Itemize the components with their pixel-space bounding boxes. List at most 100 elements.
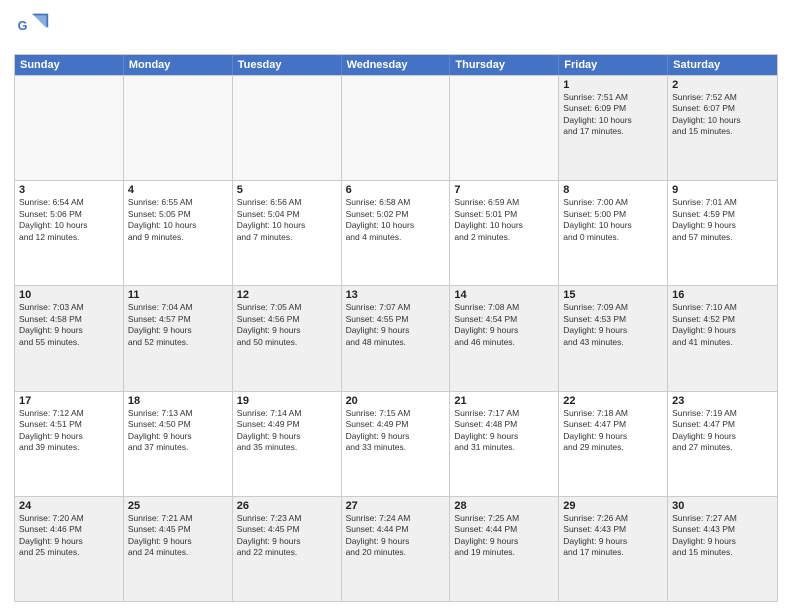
logo: G <box>14 10 54 46</box>
day-info: Sunrise: 7:51 AM Sunset: 6:09 PM Dayligh… <box>563 92 663 138</box>
day-info: Sunrise: 7:09 AM Sunset: 4:53 PM Dayligh… <box>563 302 663 348</box>
day-number: 22 <box>563 395 663 407</box>
calendar-cell: 7Sunrise: 6:59 AM Sunset: 5:01 PM Daylig… <box>450 181 559 285</box>
calendar-cell: 18Sunrise: 7:13 AM Sunset: 4:50 PM Dayli… <box>124 392 233 496</box>
header-day-wednesday: Wednesday <box>342 55 451 75</box>
calendar-cell: 9Sunrise: 7:01 AM Sunset: 4:59 PM Daylig… <box>668 181 777 285</box>
day-info: Sunrise: 7:04 AM Sunset: 4:57 PM Dayligh… <box>128 302 228 348</box>
day-info: Sunrise: 7:13 AM Sunset: 4:50 PM Dayligh… <box>128 408 228 454</box>
calendar-body: 1Sunrise: 7:51 AM Sunset: 6:09 PM Daylig… <box>15 75 777 601</box>
day-info: Sunrise: 7:01 AM Sunset: 4:59 PM Dayligh… <box>672 197 773 243</box>
day-info: Sunrise: 7:17 AM Sunset: 4:48 PM Dayligh… <box>454 408 554 454</box>
header-day-sunday: Sunday <box>15 55 124 75</box>
calendar-cell: 28Sunrise: 7:25 AM Sunset: 4:44 PM Dayli… <box>450 497 559 601</box>
day-info: Sunrise: 7:12 AM Sunset: 4:51 PM Dayligh… <box>19 408 119 454</box>
day-info: Sunrise: 7:18 AM Sunset: 4:47 PM Dayligh… <box>563 408 663 454</box>
day-number: 14 <box>454 289 554 301</box>
day-info: Sunrise: 7:15 AM Sunset: 4:49 PM Dayligh… <box>346 408 446 454</box>
calendar-cell: 5Sunrise: 6:56 AM Sunset: 5:04 PM Daylig… <box>233 181 342 285</box>
day-info: Sunrise: 6:56 AM Sunset: 5:04 PM Dayligh… <box>237 197 337 243</box>
day-info: Sunrise: 7:26 AM Sunset: 4:43 PM Dayligh… <box>563 513 663 559</box>
calendar-cell: 13Sunrise: 7:07 AM Sunset: 4:55 PM Dayli… <box>342 286 451 390</box>
header: G <box>14 10 778 46</box>
calendar-cell: 22Sunrise: 7:18 AM Sunset: 4:47 PM Dayli… <box>559 392 668 496</box>
calendar-row-3: 17Sunrise: 7:12 AM Sunset: 4:51 PM Dayli… <box>15 391 777 496</box>
day-info: Sunrise: 7:27 AM Sunset: 4:43 PM Dayligh… <box>672 513 773 559</box>
page: G SundayMondayTuesdayWednesdayThursdayFr… <box>0 0 792 612</box>
calendar-cell: 25Sunrise: 7:21 AM Sunset: 4:45 PM Dayli… <box>124 497 233 601</box>
day-info: Sunrise: 7:00 AM Sunset: 5:00 PM Dayligh… <box>563 197 663 243</box>
day-info: Sunrise: 7:08 AM Sunset: 4:54 PM Dayligh… <box>454 302 554 348</box>
day-number: 5 <box>237 184 337 196</box>
calendar-cell <box>342 76 451 180</box>
day-info: Sunrise: 7:14 AM Sunset: 4:49 PM Dayligh… <box>237 408 337 454</box>
day-number: 26 <box>237 500 337 512</box>
day-info: Sunrise: 7:25 AM Sunset: 4:44 PM Dayligh… <box>454 513 554 559</box>
day-number: 15 <box>563 289 663 301</box>
day-number: 4 <box>128 184 228 196</box>
day-info: Sunrise: 6:54 AM Sunset: 5:06 PM Dayligh… <box>19 197 119 243</box>
calendar-cell: 21Sunrise: 7:17 AM Sunset: 4:48 PM Dayli… <box>450 392 559 496</box>
calendar-cell: 4Sunrise: 6:55 AM Sunset: 5:05 PM Daylig… <box>124 181 233 285</box>
calendar-cell: 20Sunrise: 7:15 AM Sunset: 4:49 PM Dayli… <box>342 392 451 496</box>
calendar-row-2: 10Sunrise: 7:03 AM Sunset: 4:58 PM Dayli… <box>15 285 777 390</box>
calendar-row-1: 3Sunrise: 6:54 AM Sunset: 5:06 PM Daylig… <box>15 180 777 285</box>
day-info: Sunrise: 7:21 AM Sunset: 4:45 PM Dayligh… <box>128 513 228 559</box>
calendar-cell: 8Sunrise: 7:00 AM Sunset: 5:00 PM Daylig… <box>559 181 668 285</box>
day-info: Sunrise: 6:58 AM Sunset: 5:02 PM Dayligh… <box>346 197 446 243</box>
header-day-tuesday: Tuesday <box>233 55 342 75</box>
header-day-saturday: Saturday <box>668 55 777 75</box>
calendar-cell: 19Sunrise: 7:14 AM Sunset: 4:49 PM Dayli… <box>233 392 342 496</box>
calendar-cell: 14Sunrise: 7:08 AM Sunset: 4:54 PM Dayli… <box>450 286 559 390</box>
calendar-cell: 11Sunrise: 7:04 AM Sunset: 4:57 PM Dayli… <box>124 286 233 390</box>
calendar-cell <box>450 76 559 180</box>
day-number: 27 <box>346 500 446 512</box>
day-info: Sunrise: 7:10 AM Sunset: 4:52 PM Dayligh… <box>672 302 773 348</box>
calendar-cell: 26Sunrise: 7:23 AM Sunset: 4:45 PM Dayli… <box>233 497 342 601</box>
header-day-friday: Friday <box>559 55 668 75</box>
calendar-cell: 10Sunrise: 7:03 AM Sunset: 4:58 PM Dayli… <box>15 286 124 390</box>
day-info: Sunrise: 7:20 AM Sunset: 4:46 PM Dayligh… <box>19 513 119 559</box>
calendar-cell: 3Sunrise: 6:54 AM Sunset: 5:06 PM Daylig… <box>15 181 124 285</box>
calendar-header: SundayMondayTuesdayWednesdayThursdayFrid… <box>15 55 777 75</box>
calendar-cell: 23Sunrise: 7:19 AM Sunset: 4:47 PM Dayli… <box>668 392 777 496</box>
day-number: 30 <box>672 500 773 512</box>
header-day-monday: Monday <box>124 55 233 75</box>
day-number: 17 <box>19 395 119 407</box>
day-number: 3 <box>19 184 119 196</box>
day-info: Sunrise: 7:24 AM Sunset: 4:44 PM Dayligh… <box>346 513 446 559</box>
calendar-cell <box>233 76 342 180</box>
logo-icon: G <box>14 10 50 46</box>
day-number: 1 <box>563 79 663 91</box>
day-number: 2 <box>672 79 773 91</box>
day-number: 25 <box>128 500 228 512</box>
calendar-cell: 30Sunrise: 7:27 AM Sunset: 4:43 PM Dayli… <box>668 497 777 601</box>
day-number: 16 <box>672 289 773 301</box>
day-number: 12 <box>237 289 337 301</box>
calendar-cell: 6Sunrise: 6:58 AM Sunset: 5:02 PM Daylig… <box>342 181 451 285</box>
day-number: 10 <box>19 289 119 301</box>
day-info: Sunrise: 7:19 AM Sunset: 4:47 PM Dayligh… <box>672 408 773 454</box>
calendar: SundayMondayTuesdayWednesdayThursdayFrid… <box>14 54 778 602</box>
calendar-cell: 2Sunrise: 7:52 AM Sunset: 6:07 PM Daylig… <box>668 76 777 180</box>
svg-text:G: G <box>18 19 28 33</box>
calendar-cell: 12Sunrise: 7:05 AM Sunset: 4:56 PM Dayli… <box>233 286 342 390</box>
day-info: Sunrise: 6:55 AM Sunset: 5:05 PM Dayligh… <box>128 197 228 243</box>
calendar-cell <box>124 76 233 180</box>
calendar-row-0: 1Sunrise: 7:51 AM Sunset: 6:09 PM Daylig… <box>15 75 777 180</box>
day-number: 6 <box>346 184 446 196</box>
day-info: Sunrise: 7:03 AM Sunset: 4:58 PM Dayligh… <box>19 302 119 348</box>
day-number: 28 <box>454 500 554 512</box>
day-number: 11 <box>128 289 228 301</box>
calendar-cell: 1Sunrise: 7:51 AM Sunset: 6:09 PM Daylig… <box>559 76 668 180</box>
calendar-row-4: 24Sunrise: 7:20 AM Sunset: 4:46 PM Dayli… <box>15 496 777 601</box>
calendar-cell: 24Sunrise: 7:20 AM Sunset: 4:46 PM Dayli… <box>15 497 124 601</box>
day-info: Sunrise: 7:07 AM Sunset: 4:55 PM Dayligh… <box>346 302 446 348</box>
day-number: 24 <box>19 500 119 512</box>
day-number: 23 <box>672 395 773 407</box>
calendar-cell <box>15 76 124 180</box>
day-info: Sunrise: 7:23 AM Sunset: 4:45 PM Dayligh… <box>237 513 337 559</box>
day-number: 7 <box>454 184 554 196</box>
day-number: 9 <box>672 184 773 196</box>
calendar-cell: 29Sunrise: 7:26 AM Sunset: 4:43 PM Dayli… <box>559 497 668 601</box>
